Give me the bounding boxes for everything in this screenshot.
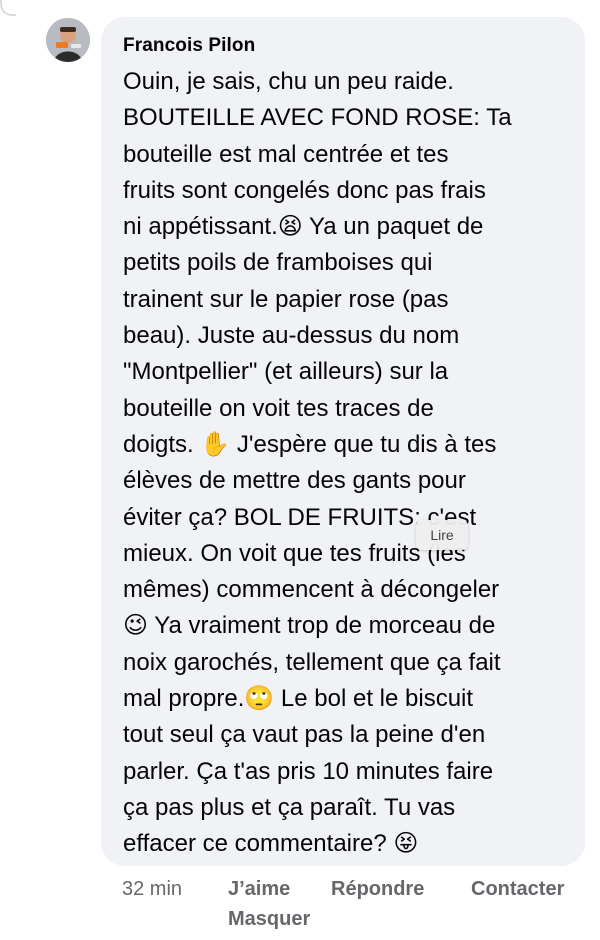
comment-text: Ouin, je sais, chu un peu raide. BOUTEIL…	[123, 68, 512, 858]
comment-author-name[interactable]: Francois Pilon	[123, 35, 255, 57]
like-button[interactable]: J’aime	[228, 878, 290, 901]
avatar[interactable]	[46, 18, 90, 62]
comment-timestamp[interactable]: 32 min	[122, 878, 182, 901]
comment-thread: Francois Pilon Ouin, je sais, chu un peu…	[0, 0, 600, 940]
translate-tooltip: Lire	[416, 520, 468, 550]
avatar-image	[46, 18, 90, 62]
comment-bubble: Francois Pilon Ouin, je sais, chu un peu…	[101, 17, 585, 866]
hide-button[interactable]: Masquer	[228, 908, 310, 931]
contact-button[interactable]: Contacter	[471, 878, 564, 901]
thread-connector-line	[0, 0, 16, 16]
reply-button[interactable]: Répondre	[331, 878, 424, 901]
